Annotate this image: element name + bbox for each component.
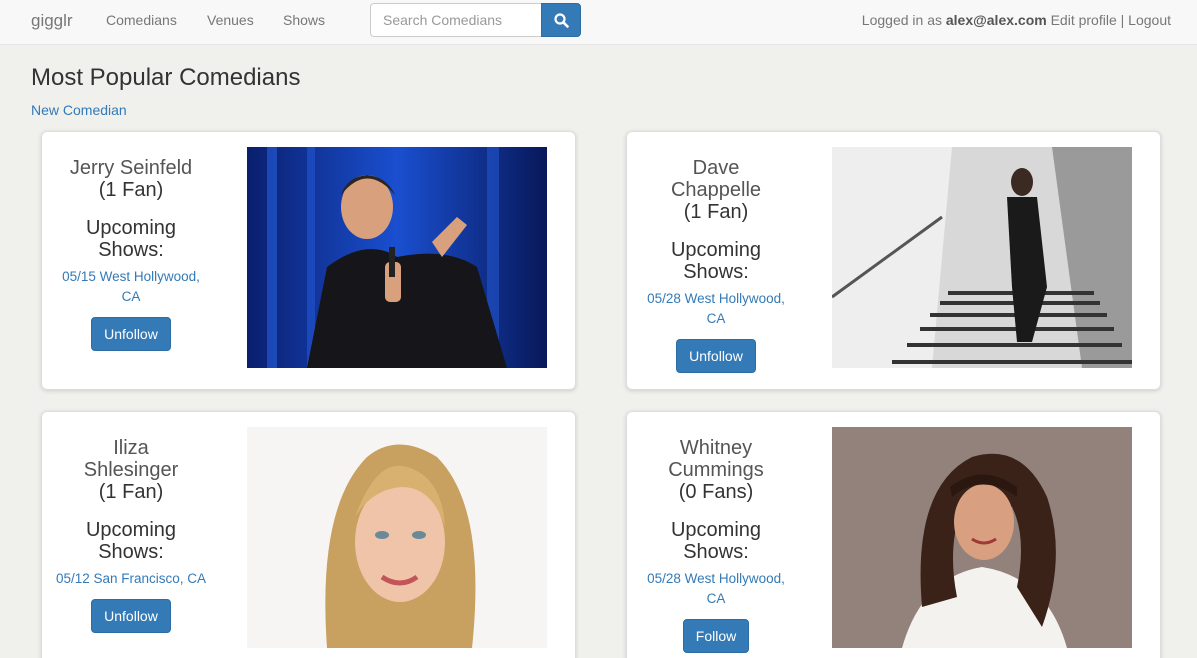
comedian-name[interactable]: Dave Chappelle — [666, 157, 766, 201]
edit-profile-link[interactable]: Edit profile — [1051, 12, 1117, 28]
comedian-photo[interactable] — [832, 427, 1132, 648]
comedian-photo[interactable] — [247, 427, 547, 648]
upcoming-shows-heading: Upcoming Shows: — [670, 239, 762, 283]
search-input[interactable] — [370, 3, 542, 37]
user-status: Logged in as alex@alex.com Edit profile … — [862, 12, 1171, 28]
comedian-photo[interactable] — [247, 147, 547, 368]
show-link[interactable]: 05/28 West Hollywood, CA — [639, 569, 793, 609]
nav-shows[interactable]: Shows — [283, 12, 325, 28]
top-navbar: gigglr Comedians Venues Shows Logged in … — [0, 0, 1197, 45]
logout-link[interactable]: Logout — [1128, 12, 1171, 28]
fan-count: (0 Fans) — [678, 481, 754, 503]
search-button[interactable] — [541, 3, 581, 37]
page-title: Most Popular Comedians — [31, 64, 301, 91]
unfollow-button[interactable]: Unfollow — [91, 599, 171, 633]
nav-comedians[interactable]: Comedians — [106, 12, 177, 28]
comedian-card: Jerry Seinfeld (1 Fan) Upcoming Shows: 0… — [41, 131, 576, 390]
upcoming-shows-heading: Upcoming Shows: — [85, 217, 177, 261]
comedian-name[interactable]: Whitney Cummings — [661, 437, 771, 481]
separator: | — [1120, 12, 1125, 28]
new-comedian-link[interactable]: New Comedian — [31, 102, 127, 118]
user-email: alex@alex.com — [945, 12, 1047, 28]
show-link[interactable]: 05/12 San Francisco, CA — [54, 569, 208, 589]
show-link[interactable]: 05/15 West Hollywood, CA — [54, 267, 208, 307]
nav-venues[interactable]: Venues — [207, 12, 254, 28]
follow-button[interactable]: Follow — [682, 619, 750, 653]
comedian-card: Iliza Shlesinger (1 Fan) Upcoming Shows:… — [41, 411, 576, 658]
unfollow-button[interactable]: Unfollow — [91, 317, 171, 351]
fan-count: (1 Fan) — [98, 481, 164, 503]
brand-logo[interactable]: gigglr — [31, 11, 73, 31]
logged-in-label: Logged in as — [861, 12, 942, 28]
comedian-photo[interactable] — [832, 147, 1132, 368]
comedian-name[interactable]: Iliza Shlesinger — [76, 437, 186, 481]
upcoming-shows-heading: Upcoming Shows: — [670, 519, 762, 563]
comedian-name[interactable]: Jerry Seinfeld — [54, 157, 208, 179]
fan-count: (1 Fan) — [98, 179, 164, 201]
fan-count: (1 Fan) — [683, 201, 749, 223]
upcoming-shows-heading: Upcoming Shows: — [85, 519, 177, 563]
comedian-card: Whitney Cummings (0 Fans) Upcoming Shows… — [626, 411, 1161, 658]
search-icon — [554, 13, 569, 28]
unfollow-button[interactable]: Unfollow — [676, 339, 756, 373]
comedian-card: Dave Chappelle (1 Fan) Upcoming Shows: 0… — [626, 131, 1161, 390]
show-link[interactable]: 05/28 West Hollywood, CA — [639, 289, 793, 329]
